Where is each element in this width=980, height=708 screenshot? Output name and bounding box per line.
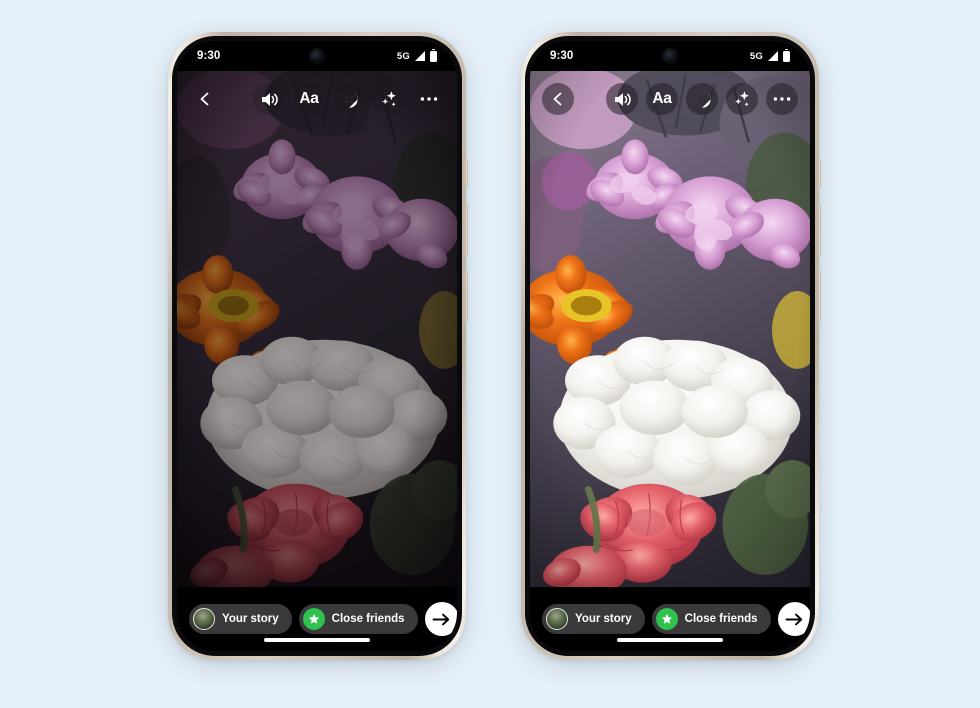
front-camera-punch-hole — [663, 49, 677, 63]
text-aa-label: Aa — [652, 90, 672, 108]
flower-bouquet-image — [530, 71, 810, 587]
story-photo-left[interactable] — [177, 71, 457, 587]
more-dots-icon[interactable] — [766, 83, 798, 115]
side-button-mute[interactable] — [465, 160, 468, 188]
home-indicator[interactable] — [264, 638, 370, 642]
user-avatar — [546, 608, 568, 630]
phone-screen-left: 9:30 5G Aa Your story Close friends — [177, 41, 457, 651]
side-button-volume-down[interactable] — [465, 270, 468, 322]
text-aa-label: Aa — [299, 90, 319, 108]
user-avatar — [193, 608, 215, 630]
phone-device-left: 9:30 5G Aa Your story Close friends — [168, 32, 468, 660]
status-indicators: 5G — [396, 48, 437, 62]
status-indicators: 5G — [749, 48, 790, 62]
text-aa-icon[interactable]: Aa — [293, 83, 325, 115]
phone-bezel-right: 9:30 5G Aa Your story Close friends — [525, 36, 815, 656]
front-camera-punch-hole — [310, 49, 324, 63]
more-dots-icon[interactable] — [413, 83, 445, 115]
toolbar-actions: Aa — [253, 83, 445, 115]
network-label: 5G — [396, 50, 410, 62]
volume-on-icon[interactable] — [606, 83, 638, 115]
close-friends-button[interactable]: Close friends — [298, 604, 418, 634]
side-button-volume-up[interactable] — [465, 204, 468, 256]
sticker-smiley-icon[interactable] — [333, 83, 365, 115]
sparkles-icon[interactable] — [373, 83, 405, 115]
phone-device-right: 9:30 5G Aa Your story Close friends — [521, 32, 821, 660]
battery-full-icon — [430, 48, 437, 62]
side-button-volume-down[interactable] — [818, 270, 821, 322]
toolbar-actions: Aa — [606, 83, 798, 115]
volume-on-icon[interactable] — [253, 83, 285, 115]
sticker-smiley-icon[interactable] — [686, 83, 718, 115]
status-time: 9:30 — [197, 50, 221, 62]
close-friends-label: Close friends — [684, 613, 758, 625]
side-button-volume-up[interactable] — [818, 204, 821, 256]
page-root: { "canvas": { "background_color": "#e4ef… — [0, 0, 980, 708]
your-story-label: Your story — [222, 613, 279, 625]
close-friends-label: Close friends — [331, 613, 405, 625]
close-friends-button[interactable]: Close friends — [651, 604, 771, 634]
signal-bars-icon — [767, 51, 779, 61]
sparkles-icon[interactable] — [726, 83, 758, 115]
back-button[interactable] — [542, 83, 574, 115]
story-toolbar-left: Aa — [177, 71, 457, 127]
side-button-mute[interactable] — [818, 160, 821, 188]
send-button[interactable] — [424, 602, 457, 636]
story-photo-right[interactable] — [530, 71, 810, 587]
signal-bars-icon — [414, 51, 426, 61]
status-time: 9:30 — [550, 50, 574, 62]
your-story-button[interactable]: Your story — [542, 604, 645, 634]
your-story-label: Your story — [575, 613, 632, 625]
close-friends-star-icon — [302, 608, 325, 630]
phone-bezel-left: 9:30 5G Aa Your story Close friends — [172, 36, 462, 656]
battery-full-icon — [783, 48, 790, 62]
story-toolbar-right: Aa — [530, 71, 810, 127]
flower-bouquet-image — [177, 71, 457, 587]
phone-screen-right: 9:30 5G Aa Your story Close friends — [530, 41, 810, 651]
text-aa-icon[interactable]: Aa — [646, 83, 678, 115]
send-button[interactable] — [777, 602, 810, 636]
home-indicator[interactable] — [617, 638, 723, 642]
back-button[interactable] — [189, 83, 221, 115]
close-friends-star-icon — [655, 608, 678, 630]
network-label: 5G — [749, 50, 763, 62]
your-story-button[interactable]: Your story — [189, 604, 292, 634]
